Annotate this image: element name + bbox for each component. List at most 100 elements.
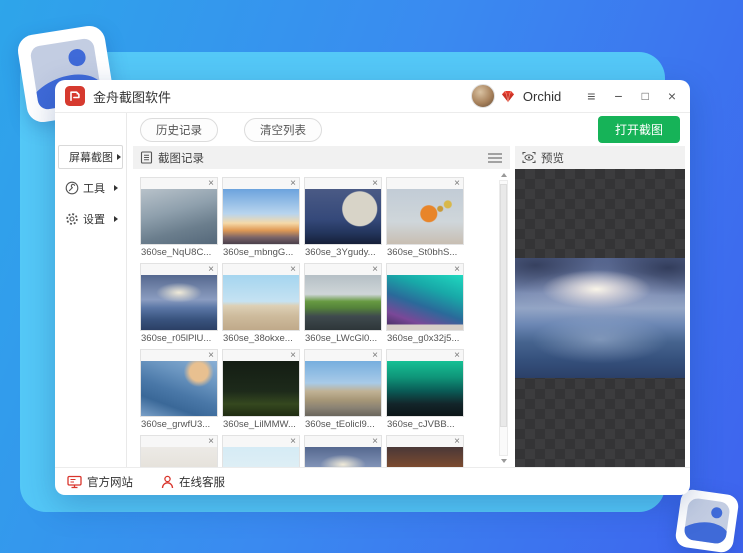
close-thumbnail-icon[interactable]: × xyxy=(454,264,460,275)
sidebar-item-screenshot[interactable]: 屏幕截图 xyxy=(58,145,123,169)
username[interactable]: Orchid xyxy=(523,89,561,104)
gallery-item[interactable]: × 360se_g0x32j5... xyxy=(386,263,464,345)
app-logo-icon xyxy=(65,86,85,106)
thumbnail-image[interactable] xyxy=(141,275,217,330)
chevron-right-icon xyxy=(114,216,118,222)
thumbnail-image[interactable] xyxy=(141,189,217,244)
gallery-card[interactable]: × xyxy=(140,349,218,417)
gallery-card[interactable]: × xyxy=(222,349,300,417)
sidebar-item-label: 设置 xyxy=(83,214,105,226)
gallery-item[interactable]: × 360se_mbngG... xyxy=(222,177,300,259)
thumbnail-image[interactable] xyxy=(223,447,299,467)
gallery-card[interactable]: × xyxy=(386,177,464,245)
close-thumbnail-icon[interactable]: × xyxy=(372,350,378,361)
gallery-card[interactable]: × xyxy=(222,263,300,331)
scrollbar-thumb[interactable] xyxy=(500,183,507,427)
thumbnail-filename: 360se_cJVBB... xyxy=(387,419,455,430)
gallery-item[interactable]: × 360se_LWcGl0... xyxy=(304,263,382,345)
thumbnail-image[interactable] xyxy=(387,361,463,416)
minimize-icon[interactable]: − xyxy=(614,89,622,103)
close-thumbnail-icon[interactable]: × xyxy=(290,178,296,189)
sidebar-item-tools[interactable]: 工具 xyxy=(58,176,123,200)
gallery-item[interactable]: × xyxy=(140,435,218,467)
gallery-card[interactable]: × xyxy=(304,263,382,331)
gallery-card[interactable]: × xyxy=(386,435,464,467)
gallery-item[interactable]: × xyxy=(304,435,382,467)
gallery-item[interactable]: × 360se_tEolicl9... xyxy=(304,349,382,431)
close-thumbnail-icon[interactable]: × xyxy=(290,436,296,447)
gallery-card[interactable]: × xyxy=(140,177,218,245)
thumbnail-image[interactable] xyxy=(387,189,463,244)
close-thumbnail-icon[interactable]: × xyxy=(290,264,296,275)
thumbnail-image[interactable] xyxy=(223,189,299,244)
online-support-label: 在线客服 xyxy=(179,476,225,489)
thumbnail-filename: 360se_grwfU3... xyxy=(141,419,211,430)
gallery-card[interactable]: × xyxy=(304,349,382,417)
thumbnail-image[interactable] xyxy=(305,189,381,244)
gallery-card[interactable]: × xyxy=(140,435,218,467)
close-window-icon[interactable]: × xyxy=(668,89,676,103)
gallery-card[interactable]: × xyxy=(304,435,382,467)
thumbnail-filename: 360se_tEolicl9... xyxy=(305,419,375,430)
app-title: 金舟截图软件 xyxy=(93,89,172,105)
close-thumbnail-icon[interactable]: × xyxy=(454,350,460,361)
clear-list-button[interactable]: 清空列表 xyxy=(244,117,322,142)
gallery-item[interactable]: × 360se_38okxe... xyxy=(222,263,300,345)
open-screenshot-button[interactable]: 打开截图 xyxy=(597,116,680,143)
scroll-down-icon[interactable] xyxy=(500,459,507,463)
preview-image[interactable] xyxy=(515,258,685,378)
gallery-item[interactable]: × 360se_cJVBB... xyxy=(386,349,464,431)
close-thumbnail-icon[interactable]: × xyxy=(208,436,214,447)
close-thumbnail-icon[interactable]: × xyxy=(372,178,378,189)
list-view-icon[interactable] xyxy=(487,152,503,164)
gallery-card[interactable]: × xyxy=(140,263,218,331)
thumbnail-image[interactable] xyxy=(305,275,381,330)
close-thumbnail-icon[interactable]: × xyxy=(208,264,214,275)
thumbnail-image[interactable] xyxy=(141,447,217,467)
thumbnail-image[interactable] xyxy=(387,275,463,330)
vip-gem-icon[interactable] xyxy=(501,90,515,103)
history-button[interactable]: 历史记录 xyxy=(140,117,218,142)
gallery-item[interactable]: × 360se_3Ygudy... xyxy=(304,177,382,259)
gallery-item[interactable]: × xyxy=(222,435,300,467)
gallery-item[interactable]: × 360se_grwfU3... xyxy=(140,349,218,431)
gallery-card[interactable]: × xyxy=(304,177,382,245)
close-thumbnail-icon[interactable]: × xyxy=(454,436,460,447)
gallery-card[interactable]: × xyxy=(222,177,300,245)
scroll-up-icon[interactable] xyxy=(500,173,507,177)
records-panel: 截图记录 × 360se_NqU8C... × 360se_mbngG... ×… xyxy=(133,146,510,467)
menu-icon[interactable]: ≡ xyxy=(587,89,595,103)
preview-canvas xyxy=(515,169,685,467)
gallery-card[interactable]: × xyxy=(222,435,300,467)
thumbnail-image[interactable] xyxy=(305,361,381,416)
close-thumbnail-icon[interactable]: × xyxy=(372,264,378,275)
maximize-icon[interactable]: □ xyxy=(642,90,649,102)
gallery-item[interactable]: × 360se_NqU8C... xyxy=(140,177,218,259)
close-thumbnail-icon[interactable]: × xyxy=(208,350,214,361)
gallery-item[interactable]: × 360se_St0bhS... xyxy=(386,177,464,259)
gallery-item[interactable]: × 360se_r05lPlU... xyxy=(140,263,218,345)
thumbnail-image[interactable] xyxy=(141,361,217,416)
close-thumbnail-icon[interactable]: × xyxy=(208,178,214,189)
sidebar: 屏幕截图 工具 设置 xyxy=(55,113,127,467)
close-thumbnail-icon[interactable]: × xyxy=(290,350,296,361)
thumbnail-image[interactable] xyxy=(223,275,299,330)
scrollbar-track[interactable] xyxy=(499,180,508,456)
vertical-scrollbar[interactable] xyxy=(497,169,510,467)
gallery-item[interactable]: × 360se_LilMMW... xyxy=(222,349,300,431)
gallery-item[interactable]: × xyxy=(386,435,464,467)
online-support-link[interactable]: 在线客服 xyxy=(161,474,225,490)
gallery-card[interactable]: × xyxy=(386,349,464,417)
thumbnail-image[interactable] xyxy=(305,447,381,467)
close-thumbnail-icon[interactable]: × xyxy=(454,178,460,189)
user-avatar[interactable] xyxy=(470,84,495,108)
close-thumbnail-icon[interactable]: × xyxy=(372,436,378,447)
thumbnail-image[interactable] xyxy=(223,361,299,416)
chevron-right-icon xyxy=(114,185,118,191)
sidebar-item-settings[interactable]: 设置 xyxy=(58,207,123,231)
thumbnail-image[interactable] xyxy=(387,447,463,467)
wrench-icon xyxy=(65,181,79,195)
gallery-card[interactable]: × xyxy=(386,263,464,331)
official-website-link[interactable]: 官方网站 xyxy=(67,474,133,490)
thumbnail-filename: 360se_St0bhS... xyxy=(387,247,458,258)
